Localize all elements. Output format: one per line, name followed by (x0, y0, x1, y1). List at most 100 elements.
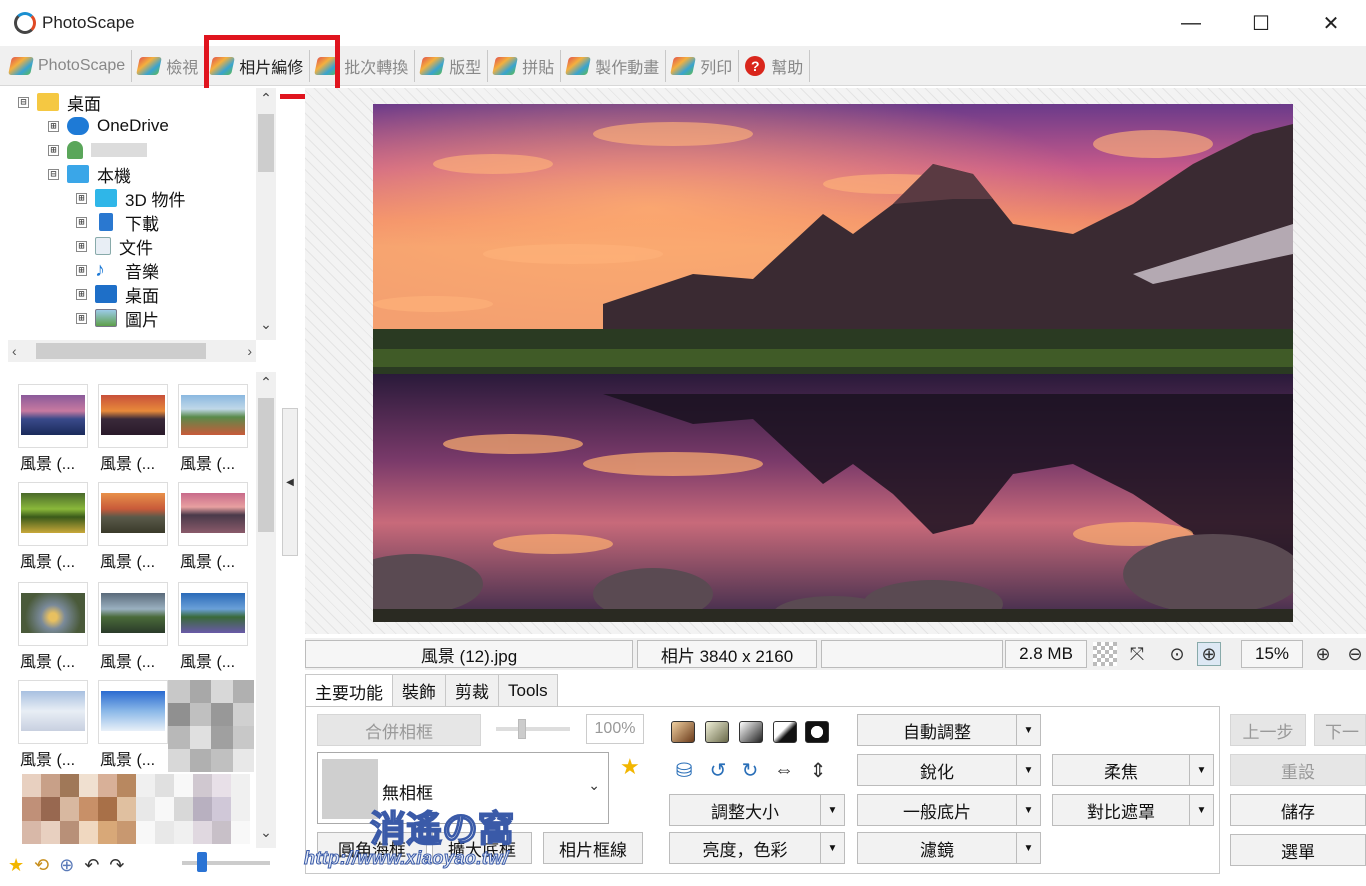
back-arrow-icon[interactable]: ↶ (84, 855, 99, 876)
frame-opacity-slider[interactable] (496, 719, 570, 739)
expand-icon[interactable]: ⊞ (76, 312, 87, 324)
thumbnail-item[interactable]: 風景 (... (176, 476, 248, 572)
tree-item-pictures[interactable]: ⊞ 圖片 (76, 306, 159, 330)
auto-level-icon[interactable]: ⛁ (672, 758, 696, 782)
expand-icon[interactable]: ⊞ (76, 192, 87, 204)
thumbnail-size-slider-knob[interactable] (197, 852, 207, 872)
favorite-star-icon[interactable]: ★ (8, 855, 24, 876)
panel-collapse-button[interactable]: ◀ (282, 408, 298, 556)
dropdown-arrow-icon[interactable]: ▼ (1016, 755, 1040, 785)
tab-combine[interactable]: 拼貼 (488, 49, 562, 82)
thumbnail-item[interactable]: 風景 (... (176, 378, 248, 474)
collapse-icon[interactable]: ⊟ (18, 96, 29, 108)
expand-icon[interactable]: ⊞ (48, 120, 59, 132)
thumbnail-scroll-thumb[interactable] (258, 398, 274, 532)
thumbnail-item[interactable]: 風景 (... (16, 476, 88, 572)
forward-arrow-icon[interactable]: ↷ (109, 855, 124, 876)
tab-object[interactable]: 裝飾 (392, 674, 446, 706)
fit-to-screen-icon[interactable]: ⤧ (1125, 642, 1149, 666)
refresh-icon[interactable]: ⟲ (34, 855, 49, 876)
tab-tools[interactable]: Tools (498, 674, 558, 706)
scroll-left-icon[interactable]: ‹ (12, 343, 17, 359)
tree-scroll-thumb[interactable] (258, 114, 274, 172)
collapse-icon[interactable]: ⊟ (48, 168, 59, 180)
scroll-down-icon[interactable]: ⌄ (256, 316, 276, 333)
minimize-button[interactable]: — (1156, 0, 1226, 46)
thumbnail-item[interactable]: 風景 (... (16, 674, 88, 770)
close-button[interactable]: ✕ (1296, 0, 1366, 46)
zoom-out-icon[interactable]: ⊖ (1343, 642, 1366, 666)
expand-icon[interactable]: ⊞ (76, 288, 87, 300)
thumbnail-item[interactable]: 風景 (... (96, 378, 168, 474)
save-button[interactable]: 儲存 (1230, 794, 1366, 826)
dropdown-arrow-icon[interactable]: ▼ (1016, 715, 1040, 745)
scroll-down-icon[interactable]: ⌄ (256, 824, 276, 841)
expand-icon[interactable]: ⊞ (76, 264, 87, 276)
scroll-right-icon[interactable]: › (247, 343, 252, 359)
zoom-in-icon[interactable]: ⊕ (1311, 642, 1335, 666)
transparency-checker-icon[interactable] (1093, 642, 1117, 666)
tree-item-onedrive[interactable]: ⊞ OneDrive (48, 114, 169, 138)
tree-item-3d-objects[interactable]: ⊞ 3D 物件 (76, 186, 185, 210)
tree-item-documents[interactable]: ⊞ 文件 (76, 234, 153, 258)
expand-icon[interactable]: ⊞ (76, 216, 87, 228)
tree-item-desktop-2[interactable]: ⊞ 桌面 (76, 282, 159, 306)
tree-item-this-pc[interactable]: ⊟ 本機 (48, 162, 131, 186)
tab-animated-gif[interactable]: 製作動畫 (561, 49, 667, 82)
actual-size-icon[interactable]: ⊙ (1165, 642, 1189, 666)
tab-help[interactable]: ? 幫助 (739, 49, 811, 82)
bw-preset-icon[interactable] (773, 721, 797, 743)
tab-home[interactable]: 主要功能 (305, 674, 393, 708)
contrast-mask-dropdown[interactable]: 對比遮罩 ▼ (1052, 794, 1214, 826)
dropdown-arrow-icon[interactable]: ▼ (1189, 795, 1213, 825)
dropdown-arrow-icon[interactable]: ▼ (1016, 795, 1040, 825)
tab-page[interactable]: 版型 (415, 49, 489, 82)
merge-frame-button[interactable]: 合併相框 (317, 714, 481, 746)
tree-horizontal-scrollbar[interactable]: ‹ › (8, 340, 256, 362)
dropdown-arrow-icon[interactable]: ▼ (1189, 755, 1213, 785)
scroll-up-icon[interactable]: ⌃ (256, 90, 276, 107)
sepia-preset-icon[interactable] (671, 721, 695, 743)
edited-photo[interactable] (373, 104, 1293, 622)
thumbnail-vertical-scrollbar[interactable]: ⌃ ⌄ (256, 372, 276, 848)
tree-item-downloads[interactable]: ⊞ 下載 (76, 210, 159, 234)
film-dropdown[interactable]: 一般底片 ▼ (857, 794, 1041, 826)
grayscale-preset-icon[interactable] (739, 721, 763, 743)
zoom-thumbnail-icon[interactable]: ⊕ (59, 855, 74, 876)
rotate-right-icon[interactable]: ↻ (738, 758, 762, 782)
tab-crop[interactable]: 剪裁 (445, 674, 499, 706)
maximize-button[interactable]: ☐ (1226, 0, 1296, 46)
thumbnail-grid[interactable]: 風景 (... 風景 (... 風景 (... 風景 (... 風景 (... … (8, 372, 258, 848)
dropdown-arrow-icon[interactable]: ▼ (820, 795, 844, 825)
thumbnail-item[interactable]: 風景 (... (176, 576, 248, 672)
menu-button[interactable]: 選單 (1230, 834, 1366, 866)
slider-knob[interactable] (518, 719, 526, 739)
resize-dropdown[interactable]: 調整大小 ▼ (669, 794, 845, 826)
flip-vertical-icon[interactable]: ⇕ (806, 758, 830, 782)
redo-button[interactable]: 下一 (1314, 714, 1366, 746)
frame-percent-input[interactable]: 100% (586, 714, 644, 744)
tree-vertical-scrollbar[interactable]: ⌃ ⌄ (256, 88, 276, 340)
tree-item-music[interactable]: ⊞ ♪ 音樂 (76, 258, 159, 282)
thumbnail-item[interactable]: 風景 (... (16, 576, 88, 672)
sharpen-dropdown[interactable]: 銳化 ▼ (857, 754, 1041, 786)
thumbnail-item[interactable]: 風景 (... (16, 378, 88, 474)
dropdown-arrow-icon[interactable]: ▼ (820, 833, 844, 863)
scroll-up-icon[interactable]: ⌃ (256, 374, 276, 391)
favorite-frame-star-icon[interactable]: ★ (620, 754, 640, 780)
soft-focus-dropdown[interactable]: 柔焦 ▼ (1052, 754, 1214, 786)
thumbnail-item[interactable]: 風景 (... (96, 674, 168, 770)
expand-icon[interactable]: ⊞ (76, 240, 87, 252)
tab-viewer[interactable]: 檢視 (132, 49, 206, 82)
tree-hscroll-thumb[interactable] (36, 343, 206, 359)
tree-item-user[interactable]: ⊞ (48, 138, 147, 162)
rotate-left-icon[interactable]: ↺ (706, 758, 730, 782)
filter-dropdown[interactable]: 濾鏡 ▼ (857, 832, 1041, 864)
zoom-fit-icon[interactable]: ⊕ (1197, 642, 1221, 666)
flip-horizontal-icon[interactable]: ⇔ (772, 758, 796, 782)
negative-preset-icon[interactable] (805, 721, 829, 743)
dropdown-arrow-icon[interactable]: ▼ (1016, 833, 1040, 863)
reset-button[interactable]: 重設 (1230, 754, 1366, 786)
auto-adjust-dropdown[interactable]: 自動調整 ▼ (857, 714, 1041, 746)
thumbnail-item[interactable]: 風景 (... (96, 476, 168, 572)
